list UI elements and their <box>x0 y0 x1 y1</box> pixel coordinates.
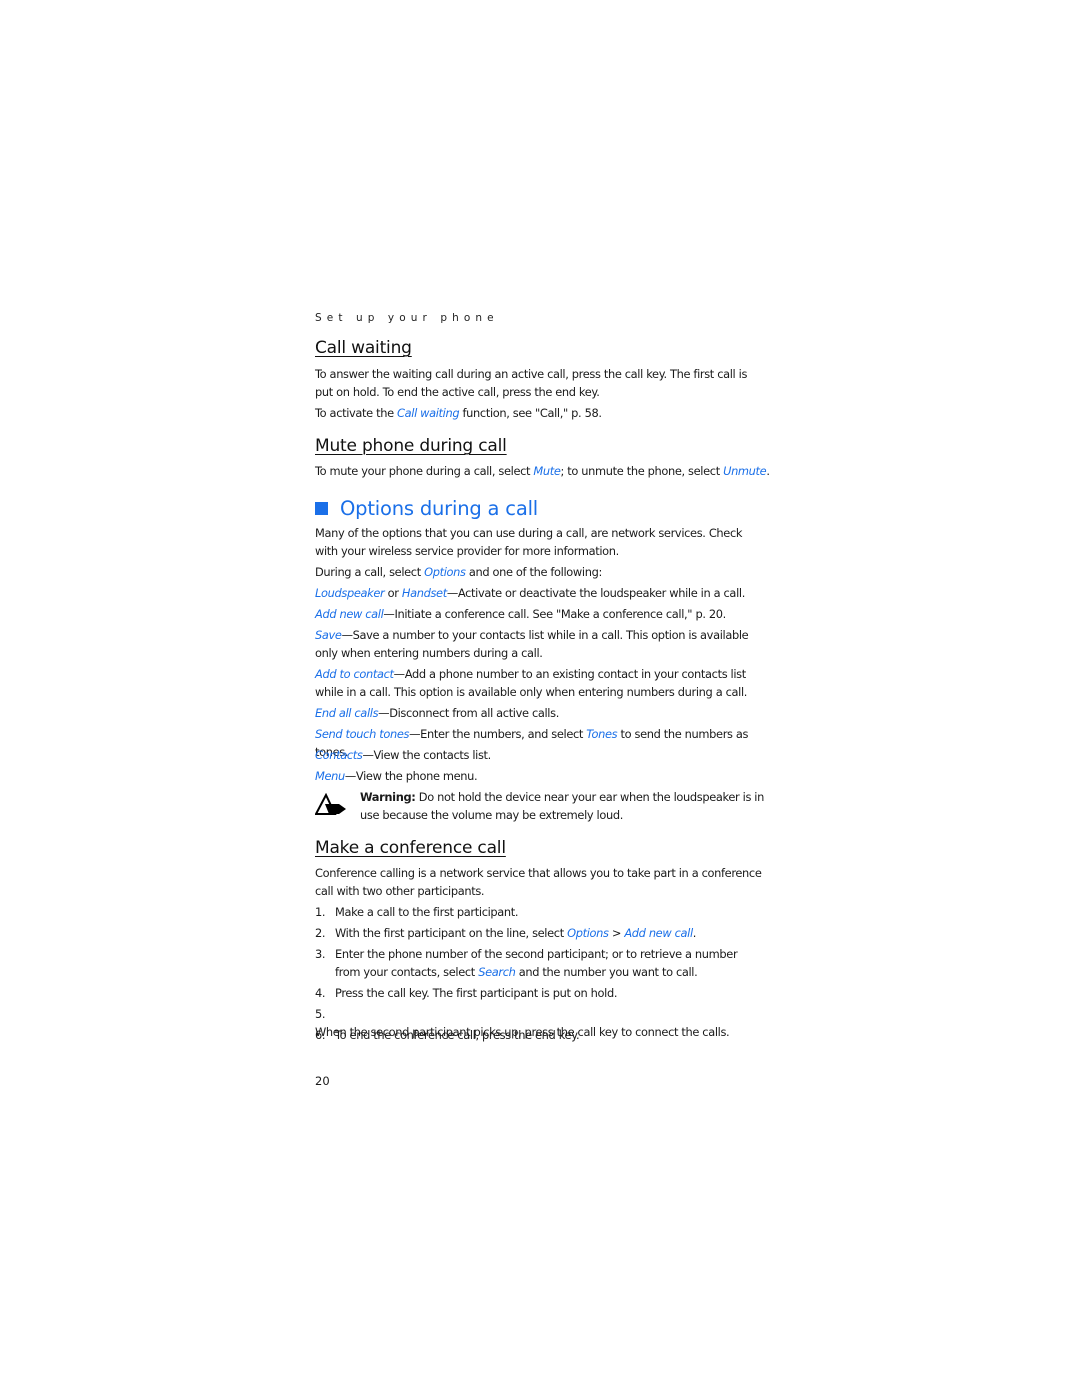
text: —Initiate a conference call. See "Make a… <box>383 607 726 621</box>
step-number: 1. <box>315 905 326 919</box>
link-handset[interactable]: Handset <box>402 586 447 600</box>
text: —Save a number to your contacts list whi… <box>315 628 749 660</box>
text: Do not hold the device near your ear whe… <box>360 790 764 822</box>
step-item: 2. With the first participant on the line… <box>315 925 765 943</box>
option-item: End all calls—Disconnect from all active… <box>315 705 765 723</box>
step-number: 2. <box>315 926 326 940</box>
text: —Activate or deactivate the loudspeaker … <box>446 586 745 600</box>
link-mute[interactable]: Mute <box>533 464 560 478</box>
options-intro: Many of the options that you can use dur… <box>315 526 743 558</box>
heading-options-during-call: Options during a call <box>315 497 538 520</box>
option-item: Add new call—Initiate a conference call.… <box>315 606 765 624</box>
conference-intro: Conference calling is a network service … <box>315 866 762 898</box>
heading-mute-phone: Mute phone during call <box>315 436 507 456</box>
text: and one of the following: <box>465 565 602 579</box>
step-text: With the first participant on the line, … <box>335 925 755 943</box>
text: To mute your phone during a call, select <box>315 464 534 478</box>
call-waiting-para: To answer the waiting call during an act… <box>315 367 748 399</box>
heading-text: Options during a call <box>340 497 538 520</box>
warning-label: Warning: <box>360 790 416 804</box>
link-add-to-contact[interactable]: Add to contact <box>315 667 394 681</box>
text: ; to unmute the phone, select <box>560 464 724 478</box>
link-add-new-call[interactable]: Add new call <box>315 607 384 621</box>
option-item: Loudspeaker or Handset—Activate or deact… <box>315 585 765 603</box>
step-number: 4. <box>315 986 326 1000</box>
step-number: 5. <box>315 1007 326 1021</box>
call-waiting-activate-para: To activate the Call waiting function, s… <box>315 405 765 423</box>
text: . <box>766 464 770 478</box>
link-save[interactable]: Save <box>315 628 342 642</box>
link-tones[interactable]: Tones <box>586 727 617 741</box>
text: —View the contacts list. <box>362 748 491 762</box>
step-text: Enter the phone number of the second par… <box>335 946 755 981</box>
link-search[interactable]: Search <box>478 965 516 979</box>
step-number: 3. <box>315 947 326 961</box>
link-contacts[interactable]: Contacts <box>315 748 363 762</box>
warning-note: Warning: Do not hold the device near you… <box>360 789 765 824</box>
text: > <box>608 926 625 940</box>
option-item: Save—Save a number to your contacts list… <box>315 627 765 662</box>
page-number: 20 <box>315 1074 330 1088</box>
text: —View the phone menu. <box>344 769 478 783</box>
step-text: Press the call key. The first participan… <box>335 986 618 1000</box>
text: —Disconnect from all active calls. <box>378 706 559 720</box>
text: or <box>384 586 402 600</box>
step-text: Make a call to the first participant. <box>335 905 519 919</box>
step-item: 1. Make a call to the first participant. <box>315 904 765 922</box>
running-head: Set up your phone <box>315 312 499 324</box>
mute-para: To mute your phone during a call, select… <box>315 463 775 481</box>
link-menu[interactable]: Menu <box>315 769 345 783</box>
step-text: To end the conference call, press the en… <box>335 1028 580 1042</box>
text: function, see "Call," p. 58. <box>459 406 602 420</box>
options-select-para: During a call, select Options and one of… <box>315 564 765 582</box>
step-item: 4. Press the call key. The first particip… <box>315 985 765 1003</box>
heading-conference-call: Make a conference call <box>315 838 506 858</box>
step-item: 3. Enter the phone number of the second p… <box>315 946 765 981</box>
link-send-touch-tones[interactable]: Send touch tones <box>315 727 409 741</box>
link-options[interactable]: Options <box>567 926 609 940</box>
option-item: Add to contact—Add a phone number to an … <box>315 666 765 701</box>
link-options[interactable]: Options <box>424 565 466 579</box>
step-number: 6. <box>315 1028 326 1042</box>
heading-call-waiting: Call waiting <box>315 338 412 358</box>
text: During a call, select <box>315 565 425 579</box>
option-item: Contacts—View the contacts list. <box>315 747 765 765</box>
link-unmute[interactable]: Unmute <box>723 464 767 478</box>
link-add-new-call[interactable]: Add new call <box>624 926 693 940</box>
text: —Enter the numbers, and select <box>409 727 587 741</box>
link-end-all-calls[interactable]: End all calls <box>315 706 379 720</box>
text: . <box>692 926 697 940</box>
link-loudspeaker[interactable]: Loudspeaker <box>315 586 385 600</box>
text: With the first participant on the line, … <box>335 926 568 940</box>
text: To activate the <box>315 406 398 420</box>
step-item: 6. To end the conference call, press the … <box>315 1027 765 1045</box>
text: and the number you want to call. <box>515 964 698 979</box>
square-bullet-icon <box>315 502 328 515</box>
option-item: Menu—View the phone menu. <box>315 768 765 786</box>
link-call-waiting[interactable]: Call waiting <box>397 406 460 420</box>
warning-icon <box>315 793 346 815</box>
